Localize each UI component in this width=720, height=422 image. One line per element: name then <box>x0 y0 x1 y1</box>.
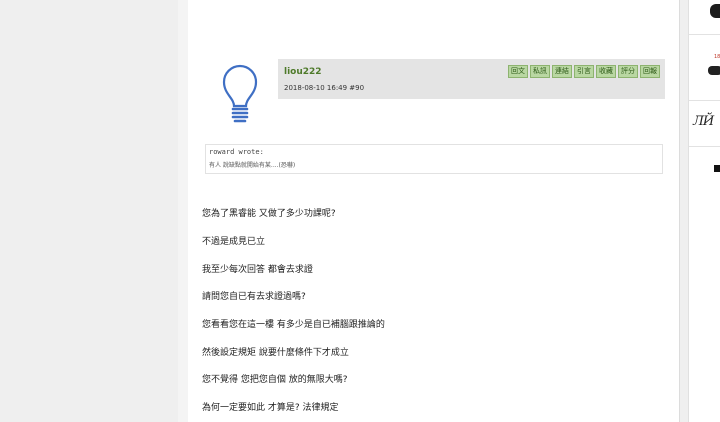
content-line: 您為了黑睿能 又做了多少功課呢? <box>202 209 336 219</box>
signature-logo[interactable]: ЛЙ <box>693 114 714 129</box>
content-line: 然後設定規矩 說要什麼條件下才成立 <box>202 348 349 358</box>
ad-thumbnail[interactable] <box>714 165 720 172</box>
quote-author: roward wrote: <box>209 148 264 156</box>
content-line: 為何一定要如此 才算是? 法律規定 <box>202 403 339 413</box>
link-button[interactable]: 連結 <box>552 65 572 78</box>
post-author[interactable]: liou222 <box>284 67 322 77</box>
reply-button[interactable]: 回文 <box>508 65 528 78</box>
content-line: 您看看您在這一樓 有多少是自已補腦跟推論的 <box>202 320 385 330</box>
quote-block: roward wrote: 有人 說缺點就開始有某....(恐嚇) <box>205 144 663 174</box>
post-actions: 回文 私訊 連結 引言 收藏 評分 回報 <box>508 65 660 78</box>
ad-thumbnail[interactable] <box>708 66 720 75</box>
content-line: 我至少每次回答 都會去求證 <box>202 265 313 275</box>
right-sidebar <box>688 0 720 422</box>
content-line: 您不覺得 您把您自個 放的無限大嗎? <box>202 375 348 385</box>
post-header: liou222 2018-08-10 16:49 #90 回文 私訊 連結 引言… <box>278 59 665 99</box>
rate-button[interactable]: 評分 <box>618 65 638 78</box>
report-button[interactable]: 回報 <box>640 65 660 78</box>
ad-badge: 18 <box>714 54 720 60</box>
content-line: 不過是成見已立 <box>202 237 266 247</box>
ad-thumbnail[interactable] <box>710 4 720 18</box>
quote-text: 有人 說缺點就開始有某....(恐嚇) <box>209 162 296 169</box>
sidebar-divider <box>689 100 720 101</box>
message-button[interactable]: 私訊 <box>530 65 550 78</box>
content-line: 請問您自已有去求證過嗎? <box>202 292 306 302</box>
left-gutter <box>178 0 188 422</box>
sidebar-divider <box>689 34 720 35</box>
sidebar-divider <box>689 146 720 147</box>
favorite-button[interactable]: 收藏 <box>596 65 616 78</box>
lightbulb-icon[interactable] <box>218 64 262 126</box>
post-meta: 2018-08-10 16:49 #90 <box>284 84 365 92</box>
quote-button[interactable]: 引言 <box>574 65 594 78</box>
